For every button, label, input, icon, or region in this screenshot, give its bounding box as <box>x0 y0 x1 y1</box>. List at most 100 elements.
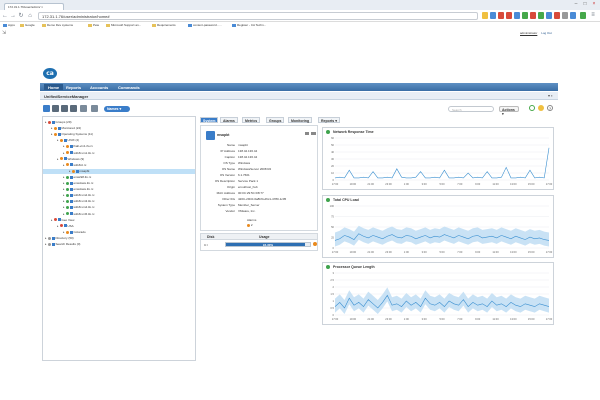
tree-node[interactable]: ▸ w2k8-vm4.ifo.rx <box>63 205 95 210</box>
bulb-icon[interactable] <box>538 105 544 111</box>
browser-tab[interactable]: 172.31.1.76/user/admin/ × <box>4 3 64 10</box>
pin-icon[interactable]: ⇲ <box>2 31 8 36</box>
extension-icon[interactable] <box>506 12 512 19</box>
grid-view-icon[interactable] <box>52 105 59 112</box>
bookmark-demo[interactable]: Demo Dev systems <box>42 23 73 27</box>
tree-node[interactable]: ▸ Windows (9) <box>57 157 84 162</box>
bookmark-pete[interactable]: Pete <box>88 23 99 27</box>
extension-icon[interactable] <box>514 12 520 19</box>
add-group-icon[interactable] <box>80 105 87 112</box>
expand-icon[interactable]: ▸ <box>45 120 47 124</box>
tree-node[interactable]: ▸ w2k8-tl.rx <box>63 163 86 168</box>
bookmark-apps[interactable]: Apps <box>3 23 15 27</box>
minimize-icon[interactable]: – <box>572 1 580 7</box>
tree-node[interactable]: ▸ lhall-vm1.ifo.rx <box>63 144 93 149</box>
bookmark-content-password[interactable]: content-password - ... <box>188 23 222 27</box>
expand-icon[interactable]: ▸ <box>63 205 65 209</box>
menu-reports[interactable]: Reports <box>62 84 85 90</box>
tree-node[interactable]: ▸ msapbt <box>43 168 195 174</box>
tree-node[interactable]: ▸ USA <box>57 224 74 229</box>
home-icon[interactable]: ⌂ <box>27 13 33 19</box>
tree-node[interactable]: ▸ UNIX (2) <box>57 138 79 143</box>
extension-icon[interactable] <box>490 12 496 19</box>
heart-icon[interactable] <box>529 105 535 111</box>
extension-icon[interactable] <box>530 12 536 19</box>
expand-icon[interactable]: ▸ <box>57 138 59 142</box>
detail-tab[interactable]: Groups <box>266 117 285 123</box>
expand-icon[interactable]: ▸ <box>63 175 65 179</box>
bookmark-register[interactable]: Register - CA Techn... <box>232 23 266 27</box>
detail-tab[interactable]: Reports ▾ <box>318 117 340 123</box>
expand-icon[interactable]: ▸ <box>63 151 65 155</box>
extension-icon[interactable] <box>570 12 576 19</box>
disk-column-header[interactable]: Disk <box>207 235 214 239</box>
detail-tab[interactable]: System <box>200 117 219 123</box>
detail-tab[interactable]: Metrics <box>242 117 261 123</box>
menu-home[interactable]: Home <box>44 84 64 90</box>
expand-icon[interactable]: ▸ <box>51 218 53 222</box>
names-dropdown[interactable]: Names ▾ <box>104 106 130 112</box>
back-icon[interactable]: ← <box>2 13 8 19</box>
tree-node[interactable]: ▸ w2k8-vm5.ifo.rx <box>63 212 95 217</box>
expand-icon[interactable]: ▸ <box>69 169 71 173</box>
detail-tab[interactable]: Monitoring <box>288 117 313 123</box>
expand-icon[interactable]: ▸ <box>51 126 53 130</box>
menu-commands[interactable]: Commands <box>114 84 144 90</box>
expand-icon[interactable]: ▸ <box>63 163 65 167</box>
bookmark-requirements[interactable]: Requirements <box>152 23 176 27</box>
expand-icon[interactable]: ▸ <box>45 236 47 240</box>
expand-icon[interactable]: ▸ <box>63 193 65 197</box>
tree-node[interactable]: ▸ Directory (50) <box>45 236 74 241</box>
help-icon[interactable]: ? <box>547 105 553 111</box>
expand-icon[interactable]: ▸ <box>45 242 47 246</box>
tree-node[interactable]: ▸ enw2k8.ifo.rx <box>63 175 91 180</box>
extension-icon[interactable] <box>522 12 528 19</box>
tree-node[interactable]: ▸ Search Results (0) <box>45 242 80 247</box>
expand-icon[interactable]: ▸ <box>51 132 53 136</box>
list-view-icon[interactable] <box>61 105 68 112</box>
bookmark-google[interactable]: Google <box>20 23 35 27</box>
tree-node[interactable]: ▸ Geo View <box>51 218 74 223</box>
maximize-icon[interactable]: □ <box>581 1 589 7</box>
reload-icon[interactable]: ↻ <box>18 13 24 19</box>
url-field[interactable]: 172.31.1.76/user/administrator/home# <box>38 12 478 20</box>
extension-icon[interactable] <box>498 12 504 19</box>
tree-node[interactable]: ▸ Monitored (24) <box>51 126 81 131</box>
settings-icon[interactable] <box>91 105 98 112</box>
search-input[interactable]: Search <box>448 106 494 112</box>
tree-node[interactable]: ▸ Groups (29) <box>45 120 72 125</box>
tree-node[interactable]: ▸ enwdows.ifo.rx <box>63 187 93 192</box>
columns-icon[interactable] <box>70 105 77 112</box>
tree-node[interactable]: ▸ enwdows.ifo.rx <box>63 181 93 186</box>
tree-node[interactable]: ▸ Colorado <box>63 230 86 235</box>
usage-column-header[interactable]: Usage <box>259 235 270 239</box>
close-window-icon[interactable]: × <box>590 1 598 7</box>
tree-node[interactable]: ▸ w2k8-vm1.ifo.rx <box>63 151 95 156</box>
menu-accounts[interactable]: Accounts <box>86 84 112 90</box>
menu-icon[interactable]: ≡ <box>590 12 596 18</box>
tree-node[interactable]: ▸ w2k8-vm2.ifo.rx <box>63 193 95 198</box>
expand-icon[interactable]: ▸ <box>57 224 59 228</box>
detail-tab[interactable]: Alarms <box>220 117 238 123</box>
forward-icon[interactable]: → <box>10 13 16 19</box>
tree-node[interactable]: ▸ Operating Systems (11) <box>51 132 93 137</box>
logout-link[interactable]: Log Out <box>541 31 552 35</box>
expand-icon[interactable]: ▸ <box>63 212 65 216</box>
expand-icon[interactable]: ▸ <box>63 187 65 191</box>
extension-icon[interactable] <box>554 12 560 19</box>
monitor-icon[interactable] <box>311 132 316 135</box>
extension-icon[interactable] <box>562 12 568 19</box>
expand-icon[interactable]: ▸ <box>63 199 65 203</box>
extension-icon[interactable] <box>538 12 544 19</box>
expand-icon[interactable]: ▸ <box>63 181 65 185</box>
expand-icon[interactable]: ▸ <box>63 144 65 148</box>
alarms-badge[interactable]: 2 <box>247 223 253 227</box>
panel-controls-icon[interactable]: ▾ ▪ <box>548 93 553 98</box>
edit-icon[interactable] <box>305 132 309 135</box>
tree-view-icon[interactable] <box>43 105 50 112</box>
actions-dropdown[interactable]: Actions ▾ <box>499 106 519 116</box>
expand-icon[interactable]: ▸ <box>63 230 65 234</box>
star-icon[interactable] <box>482 12 488 19</box>
extension-icon[interactable] <box>580 12 586 19</box>
tree-node[interactable]: ▸ w2k8-vm3.ifo.rx <box>63 199 95 204</box>
